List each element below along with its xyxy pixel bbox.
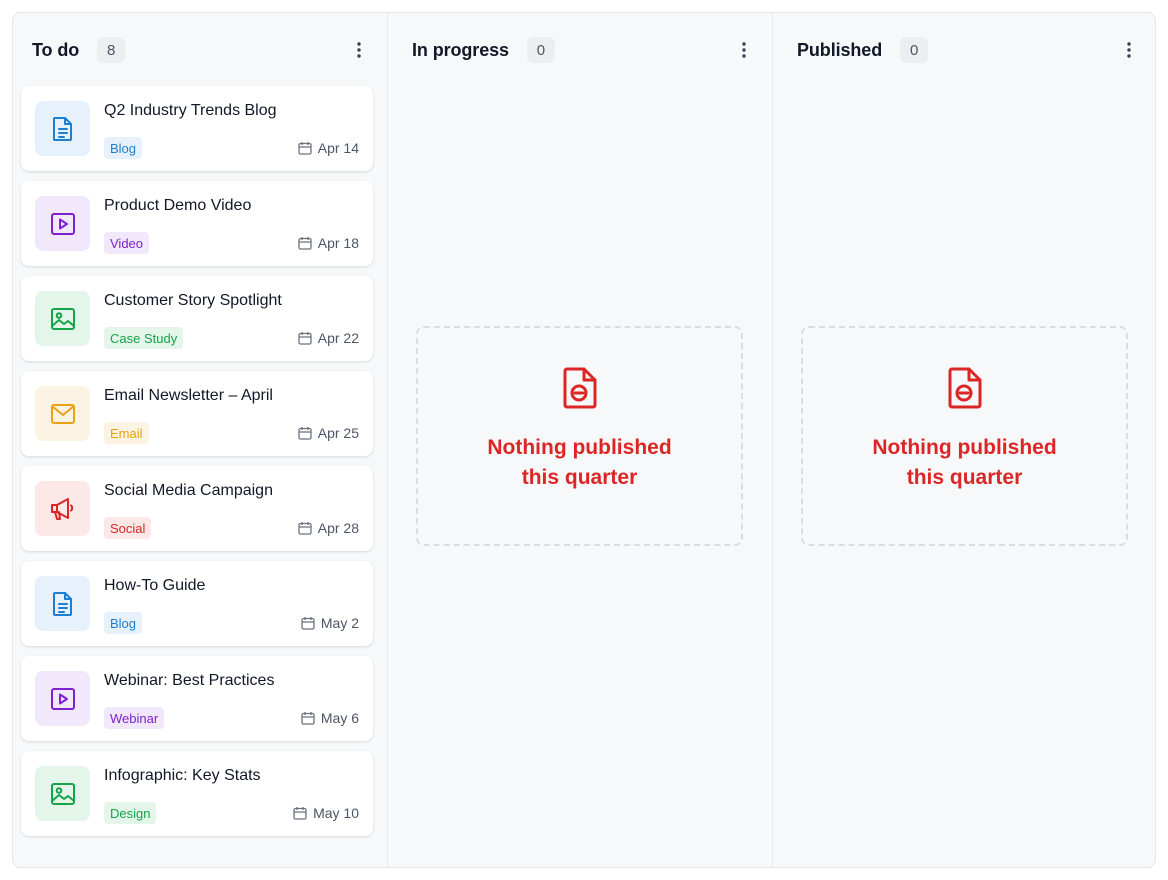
due-date: Apr 14	[298, 140, 359, 156]
empty-message-line2: this quarter	[906, 466, 1023, 489]
calendar-icon	[298, 427, 312, 440]
file-block-icon	[946, 366, 984, 415]
tag-badge: Webinar	[104, 707, 165, 729]
empty-message-line2: this quarter	[521, 466, 638, 489]
card-title: Infographic: Key Stats	[104, 767, 261, 784]
empty-message-line1: Nothing published	[872, 436, 1057, 459]
calendar-icon	[298, 522, 312, 535]
card-title: Social Media Campaign	[104, 482, 273, 499]
column-published: Published 0 Nothing published this quart…	[772, 13, 1155, 867]
image-icon	[35, 291, 90, 346]
tag-badge: Video	[104, 232, 150, 254]
calendar-icon	[301, 712, 315, 725]
due-date-text: Apr 14	[317, 140, 359, 156]
calendar-icon	[298, 237, 312, 250]
calendar-icon	[298, 142, 312, 155]
card-title: How-To Guide	[104, 577, 206, 594]
due-date: May 6	[301, 710, 359, 726]
image-icon	[35, 766, 90, 821]
column-title: To do	[32, 39, 80, 60]
due-date-text: May 6	[320, 710, 359, 726]
tag-badge: Case Study	[104, 327, 184, 349]
empty-state: Nothing published this quarter	[416, 326, 743, 546]
more-vertical-icon[interactable]	[1117, 38, 1141, 62]
empty-message: Nothing published this quarter	[470, 433, 690, 493]
due-date-text: Apr 28	[317, 520, 359, 536]
card-title: Email Newsletter – April	[104, 387, 273, 404]
due-date-text: Apr 18	[317, 235, 359, 251]
video-play-icon	[35, 671, 90, 726]
calendar-icon	[301, 617, 315, 630]
more-vertical-icon[interactable]	[732, 38, 756, 62]
more-vertical-icon[interactable]	[347, 38, 371, 62]
column-todo: To do 8 Q2 Industry Trends Blog Blog Apr…	[13, 13, 387, 867]
tag-badge: Email	[104, 422, 149, 444]
count-badge: 0	[526, 37, 555, 63]
due-date: Apr 18	[298, 235, 359, 251]
tag-badge: Blog	[104, 612, 143, 634]
due-date: Apr 25	[298, 425, 359, 441]
content-card[interactable]: Social Media Campaign Social Apr 28	[21, 466, 373, 551]
content-card[interactable]: How-To Guide Blog May 2	[21, 561, 373, 646]
count-badge: 0	[900, 37, 929, 63]
card-list: Q2 Industry Trends Blog Blog Apr 14 Prod…	[21, 86, 373, 846]
card-title: Product Demo Video	[104, 197, 252, 214]
due-date-text: Apr 25	[317, 425, 359, 441]
document-icon	[35, 101, 90, 156]
column-header: Published 0	[773, 35, 1155, 65]
content-card[interactable]: Q2 Industry Trends Blog Blog Apr 14	[21, 86, 373, 171]
due-date: Apr 28	[298, 520, 359, 536]
column-title: In progress	[412, 39, 509, 60]
column-in-progress: In progress 0 Nothing published this qua…	[387, 13, 772, 867]
tag-badge: Design	[104, 802, 157, 824]
due-date: May 2	[301, 615, 359, 631]
card-title: Q2 Industry Trends Blog	[104, 102, 277, 119]
tag-badge: Blog	[104, 137, 143, 159]
calendar-icon	[293, 807, 307, 820]
due-date-text: May 10	[313, 805, 359, 821]
content-card[interactable]: Webinar: Best Practices Webinar May 6	[21, 656, 373, 741]
content-card[interactable]: Product Demo Video Video Apr 18	[21, 181, 373, 266]
kanban-board: To do 8 Q2 Industry Trends Blog Blog Apr…	[12, 12, 1156, 868]
calendar-icon	[298, 332, 312, 345]
column-header: In progress 0	[388, 35, 772, 65]
column-header: To do 8	[13, 35, 387, 65]
card-title: Webinar: Best Practices	[104, 672, 275, 689]
document-icon	[35, 576, 90, 631]
content-card[interactable]: Email Newsletter – April Email Apr 25	[21, 371, 373, 456]
empty-message: Nothing published this quarter	[855, 433, 1075, 493]
tag-badge: Social	[104, 517, 152, 539]
count-badge: 8	[97, 37, 126, 63]
file-block-icon	[561, 366, 599, 415]
due-date: Apr 22	[298, 330, 359, 346]
content-card[interactable]: Customer Story Spotlight Case Study Apr …	[21, 276, 373, 361]
empty-state: Nothing published this quarter	[801, 326, 1128, 546]
card-title: Customer Story Spotlight	[104, 292, 282, 309]
envelope-icon	[35, 386, 90, 441]
video-play-icon	[35, 196, 90, 251]
due-date: May 10	[293, 805, 359, 821]
megaphone-icon	[35, 481, 90, 536]
column-title: Published	[797, 39, 883, 60]
content-card[interactable]: Infographic: Key Stats Design May 10	[21, 751, 373, 836]
empty-message-line1: Nothing published	[487, 436, 672, 459]
due-date-text: Apr 22	[317, 330, 359, 346]
due-date-text: May 2	[320, 615, 359, 631]
